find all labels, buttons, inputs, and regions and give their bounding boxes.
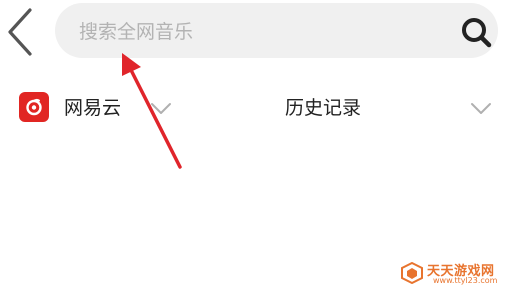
history-dropdown[interactable]: 历史记录 xyxy=(285,88,497,126)
chevron-down-icon xyxy=(151,103,171,114)
search-input[interactable] xyxy=(77,3,441,60)
back-button[interactable] xyxy=(4,6,38,56)
history-label: 历史记录 xyxy=(285,97,362,119)
watermark: 天天游戏网 www.ttyl23.com xyxy=(401,260,501,288)
watermark-logo xyxy=(401,262,423,284)
music-source-label: 网易云 xyxy=(64,97,122,119)
watermark-url: www.ttyl23.com xyxy=(433,276,498,285)
search-bar[interactable] xyxy=(55,3,498,60)
chevron-left-icon xyxy=(8,8,32,56)
music-source-dropdown[interactable]: 网易云 xyxy=(19,88,179,126)
chevron-down-icon xyxy=(471,103,491,114)
search-icon[interactable] xyxy=(460,16,494,50)
netease-cloud-music-logo xyxy=(19,92,49,122)
